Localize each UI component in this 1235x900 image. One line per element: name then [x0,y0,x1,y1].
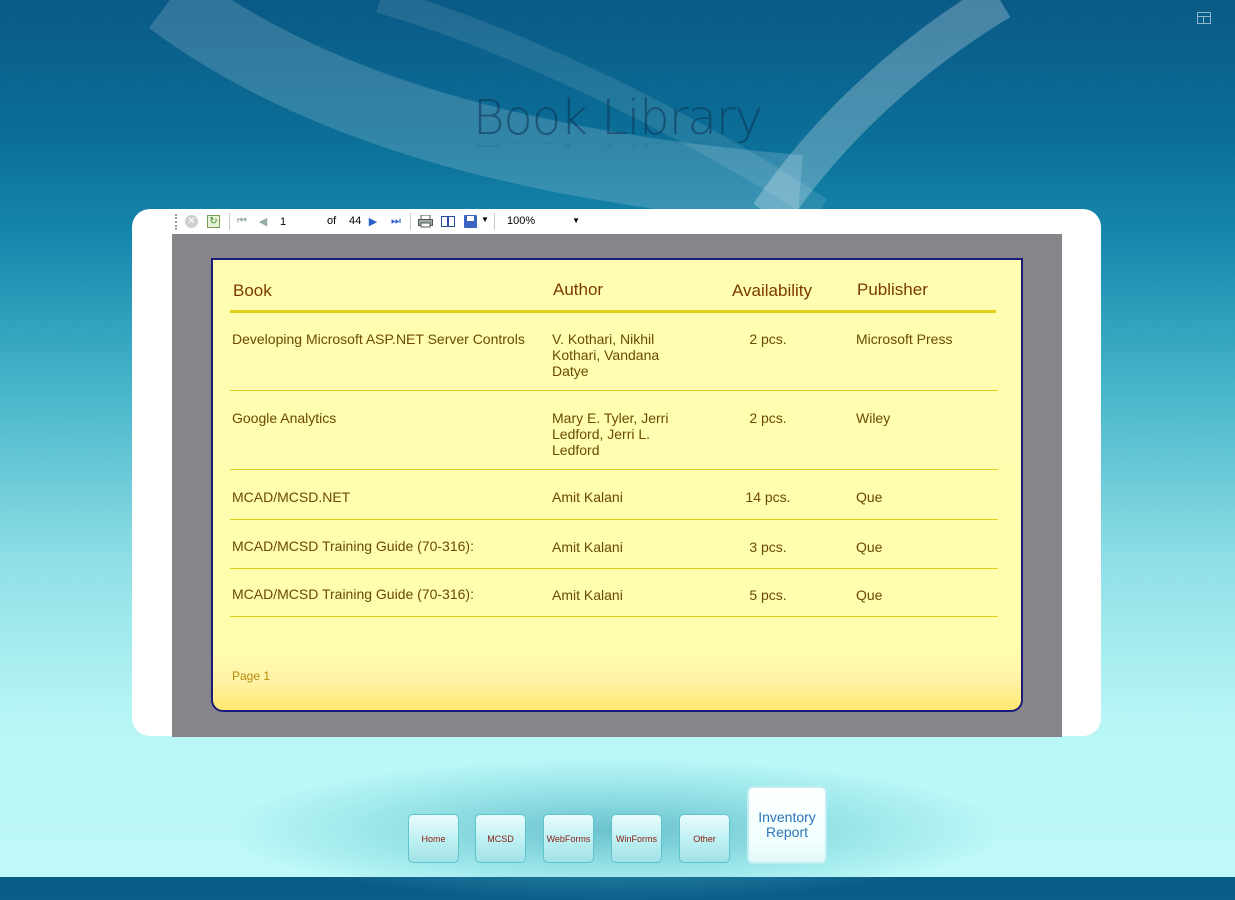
current-page-input[interactable] [280,214,316,229]
header-divider [230,310,996,313]
toolbar-grip [175,214,179,230]
app-title: Book Library [472,90,763,146]
zoom-select[interactable]: 100% ▼ [501,213,584,230]
first-page-icon[interactable]: ⏮ [236,214,248,229]
row-divider [230,390,998,391]
row-book: Developing Microsoft ASP.NET Server Cont… [232,331,525,347]
report-toolbar: ✕ ↻ ⏮ ◀ of 44 ▶ ⏭ ▼ 100% ▼ [172,210,1062,234]
row-author: Amit Kalani [552,587,623,603]
chevron-down-icon: ▼ [572,216,580,225]
row-book: MCAD/MCSD.NET [232,489,351,505]
total-pages-label: 44 [349,215,362,227]
print-icon[interactable] [418,215,433,228]
page-footer: Page 1 [232,669,271,683]
row-availability: 14 pcs. [745,489,791,505]
author-line: Kothari, Vandana [552,347,660,363]
nav-button-inventory-report[interactable]: Inventory Report [747,786,827,864]
author-line: Ledford, Jerri L. [552,426,651,442]
nav-button-winforms[interactable]: WinForms [611,814,662,863]
zoom-value: 100% [507,215,536,227]
row-author: Mary E. Tyler, Jerri Ledford, Jerri L. L… [552,410,668,458]
inventory-report-label: Inventory Report [758,810,816,840]
row-divider [230,568,998,569]
toolbar-separator [410,213,411,230]
row-author: Amit Kalani [552,539,623,555]
row-divider [230,519,998,520]
column-header-author: Author [553,280,604,299]
column-header-book: Book [233,281,272,300]
row-availability: 2 pcs. [749,331,787,347]
row-book: Google Analytics [232,410,337,426]
row-author: V. Kothari, Nikhil Kothari, Vandana Daty… [552,331,659,379]
row-publisher: Que [856,587,883,603]
row-divider [230,469,998,470]
export-dropdown-icon[interactable]: ▼ [481,215,489,224]
nav-button-other[interactable]: Other [679,814,730,863]
export-save-icon[interactable] [464,215,477,228]
row-publisher: Wiley [856,410,891,426]
print-layout-icon[interactable] [441,215,456,228]
toolbar-separator [494,213,495,230]
row-author: Amit Kalani [552,489,623,505]
inventory-label-line: Inventory [758,809,816,825]
previous-page-icon[interactable]: ◀ [258,214,268,229]
report-page: Book Author Availability Publisher Devel… [211,258,1023,712]
stop-icon[interactable]: ✕ [185,215,198,228]
row-availability: 3 pcs. [749,539,787,555]
nav-button-webforms[interactable]: WebForms [543,814,594,863]
last-page-icon[interactable]: ⏭ [390,214,402,229]
author-line: V. Kothari, Nikhil [552,331,655,347]
toolbar-separator [229,213,230,230]
window-layout-icon[interactable] [1197,12,1211,24]
row-availability: 5 pcs. [749,587,787,603]
row-publisher: Que [856,539,883,555]
column-header-availability: Availability [732,281,813,300]
author-line: Mary E. Tyler, Jerri [552,410,669,426]
nav-button-mcsd[interactable]: MCSD [475,814,526,863]
row-book: MCAD/MCSD Training Guide (70-316): [232,586,474,602]
column-header-publisher: Publisher [857,280,928,299]
inventory-label-line: Report [765,824,809,840]
refresh-icon[interactable]: ↻ [207,215,220,228]
next-page-icon[interactable]: ▶ [368,214,378,229]
row-publisher: Microsoft Press [856,331,953,347]
author-line: Datye [552,363,589,379]
row-publisher: Que [856,489,883,505]
row-book: MCAD/MCSD Training Guide (70-316): [232,538,474,554]
app-title-reflection: Book Library [0,143,1235,150]
row-divider [230,616,998,617]
author-line: Ledford [552,442,600,458]
nav-button-home[interactable]: Home [408,814,459,863]
row-availability: 2 pcs. [749,410,787,426]
of-label: of [327,215,337,227]
